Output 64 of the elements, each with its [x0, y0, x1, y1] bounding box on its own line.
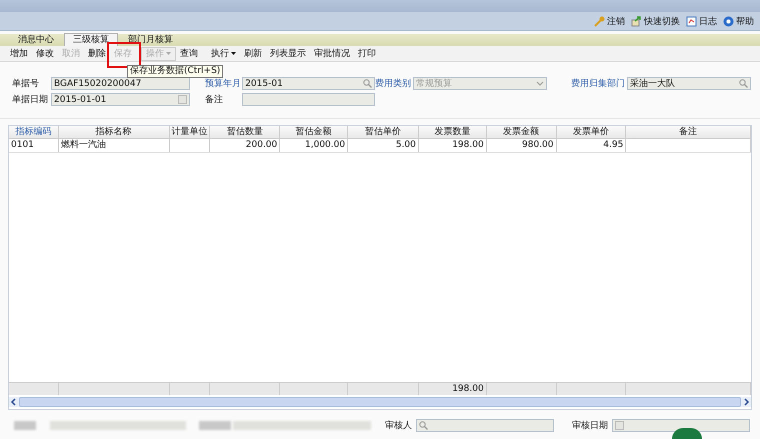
tab[interactable]: 消息中心	[10, 34, 62, 46]
table-cell: 198.00	[418, 139, 487, 152]
toolbar-button[interactable]: 删除	[84, 46, 110, 60]
caret-icon	[231, 52, 236, 55]
search-icon[interactable]	[363, 79, 372, 88]
tooltip: 保存业务数据(Ctrl+S)	[127, 64, 224, 78]
input-field[interactable]: 2015-01	[242, 77, 375, 90]
arrow-icon	[631, 16, 642, 26]
search-icon[interactable]	[419, 420, 428, 430]
toolbar-button[interactable]: 查询	[176, 46, 202, 60]
input-field[interactable]: 2015-01-01	[51, 93, 190, 106]
horizontal-scrollbar[interactable]	[9, 397, 751, 407]
field-label: 备注	[205, 94, 224, 106]
field-label: 预算年月	[205, 78, 242, 90]
column-header[interactable]: 指标编码	[9, 126, 59, 138]
column-header[interactable]: 发票数量	[418, 126, 487, 138]
column-header[interactable]: 发票单价	[556, 126, 626, 138]
input-field[interactable]: BGAF15020200047	[51, 77, 190, 90]
field-label: 费用类别	[375, 78, 411, 90]
table-cell: 1,000.00	[280, 139, 348, 152]
field-label: 审核人	[385, 420, 412, 432]
table-cell: 燃料一汽油	[58, 139, 170, 152]
input-field[interactable]	[416, 418, 554, 432]
table-cell: 5.00	[348, 139, 419, 152]
input-field[interactable]	[242, 93, 375, 106]
tab[interactable]: 三级核算	[64, 33, 118, 46]
input-field[interactable]: 采油一大队	[627, 77, 751, 90]
top-link[interactable]: 快速切换	[631, 14, 680, 28]
search-icon[interactable]	[739, 79, 748, 88]
column-header[interactable]: 备注	[626, 126, 751, 138]
top-link[interactable]: 日志	[686, 14, 717, 28]
key-icon	[594, 16, 605, 26]
field-label: 单据号	[12, 78, 40, 90]
column-header[interactable]: 暂估金额	[280, 126, 348, 138]
help-icon	[723, 16, 734, 26]
calendar-icon[interactable]	[615, 420, 624, 430]
blurred-label	[199, 420, 231, 430]
toolbar-button[interactable]: 审批情况	[310, 46, 354, 60]
blurred-label	[14, 420, 36, 430]
total-cell: 198.00	[418, 383, 487, 395]
input-field[interactable]	[612, 418, 750, 432]
table-cell: 0101	[9, 139, 59, 152]
field-label: 单据日期	[12, 94, 49, 106]
column-header[interactable]: 发票金额	[486, 126, 557, 138]
top-link[interactable]: 帮助	[723, 14, 754, 28]
toolbar-button[interactable]: 列表显示	[266, 46, 310, 60]
column-header[interactable]: 计量单位	[170, 126, 210, 138]
toolbar-button[interactable]: 刷新	[240, 46, 266, 60]
menu-button[interactable]: 执行	[207, 46, 240, 60]
caret-icon	[166, 52, 171, 55]
column-header[interactable]: 暂估单价	[348, 126, 419, 138]
document-icon	[686, 16, 697, 26]
toolbar-button[interactable]: 修改	[32, 46, 58, 60]
top-link[interactable]: 注销	[594, 14, 625, 28]
field-label: 费用归集部门	[571, 78, 625, 90]
field-label: 审核日期	[572, 420, 608, 432]
table-cell: 980.00	[486, 139, 557, 152]
toolbar-button[interactable]: 增加	[6, 46, 32, 60]
calendar-icon[interactable]	[178, 95, 187, 104]
toolbar-button[interactable]: 打印	[354, 46, 380, 60]
column-header[interactable]: 指标名称	[58, 126, 170, 138]
column-header[interactable]: 暂估数量	[210, 126, 280, 138]
table-cell: 200.00	[210, 139, 280, 152]
table-cell: 4.95	[556, 139, 626, 152]
